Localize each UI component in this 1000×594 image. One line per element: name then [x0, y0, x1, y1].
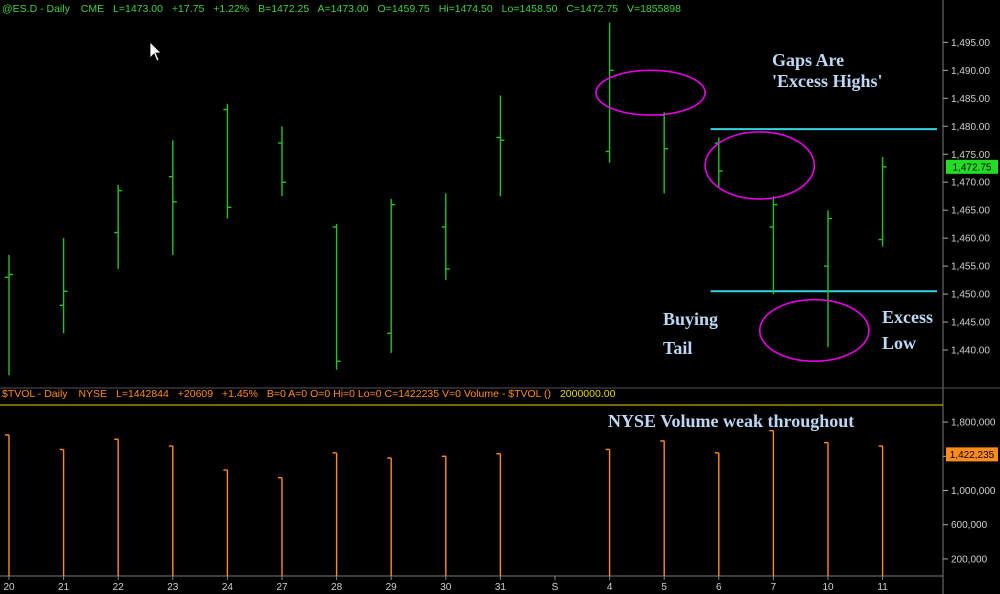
x-tick-label: 24 [222, 582, 234, 593]
price-ask: A=1473.00 [318, 3, 369, 15]
x-tick-label: 7 [771, 582, 777, 593]
x-axis: 20 21 22 23 24 27 28 29 30 31 S 4 5 6 7 10 11 [3, 576, 888, 593]
price-tick-label: 1,440.00 [951, 346, 990, 357]
price-high: Hi=1474.50 [439, 3, 493, 15]
x-tick-label: 20 [3, 582, 15, 593]
price-last-value: 1,472.75 [953, 162, 992, 173]
price-tick-label: 1,475.00 [951, 150, 990, 161]
annotation-gaps-line1: Gaps Are [772, 50, 844, 70]
x-tick-label: 4 [607, 582, 613, 593]
volume-last: L=1442844 [116, 388, 169, 400]
price-volume: V=1855898 [627, 3, 681, 15]
volume-last-value: 1,422,235 [950, 450, 995, 461]
x-tick-label: S [552, 582, 559, 593]
annotation-volume-note: NYSE Volume weak throughout [608, 411, 854, 431]
price-tick-label: 1,485.00 [951, 94, 990, 105]
price-tick-label: 1,445.00 [951, 318, 990, 329]
price-last-label: 1,472.75 [946, 159, 998, 174]
price-tick-label: 1,490.00 [951, 66, 990, 77]
price-tick-label: 1,495.00 [951, 38, 990, 49]
volume-header: $TVOL - Daily NYSE L=1442844 +20609 +1.4… [2, 388, 616, 400]
x-tick-label: 28 [331, 582, 343, 593]
volume-symbol[interactable]: $TVOL - Daily [2, 388, 68, 400]
volume-exchange: NYSE [78, 388, 107, 400]
x-tick-label: 11 [877, 582, 888, 593]
price-header: @ES.D - Daily CME L=1473.00 +17.75 +1.22… [2, 3, 681, 15]
price-exchange: CME [81, 3, 104, 15]
x-tick-label: 22 [113, 582, 125, 593]
volume-tick-label: 600,000 [951, 520, 988, 531]
price-change-pct: +1.22% [213, 3, 249, 15]
price-bid: B=1472.25 [258, 3, 309, 15]
chart-canvas: @ES.D - Daily CME L=1473.00 +17.75 +1.22… [0, 0, 1000, 594]
price-last: L=1473.00 [113, 3, 163, 15]
price-tick-label: 1,480.00 [951, 122, 990, 133]
x-tick-label: 23 [167, 582, 179, 593]
x-tick-label: 5 [661, 582, 667, 593]
price-tick-label: 1,470.00 [951, 178, 990, 189]
price-axis: 1,440.00 1,445.00 1,450.00 1,455.00 1,460.00… [943, 38, 990, 357]
volume-tick-label: 1,800,000 [951, 418, 996, 429]
annotation-excess-line1: Excess [882, 307, 933, 327]
price-tick-label: 1,455.00 [951, 262, 990, 273]
price-change: +17.75 [172, 3, 205, 15]
volume-change: +20609 [178, 388, 213, 400]
volume-axis: 200,000600,0001,000,0001,400,0001,800,00… [943, 418, 996, 565]
volume-change-pct: +1.45% [222, 388, 258, 400]
x-tick-label: 6 [716, 582, 722, 593]
annotation-gaps-line2: 'Excess Highs' [772, 71, 883, 91]
x-tick-label: 29 [386, 582, 398, 593]
price-tick-label: 1,465.00 [951, 206, 990, 217]
annotation-buying-line1: Buying [663, 309, 718, 329]
x-tick-label: 31 [495, 582, 507, 593]
x-tick-label: 27 [276, 582, 288, 593]
price-open: O=1459.75 [378, 3, 430, 15]
x-tick-label: 21 [58, 582, 70, 593]
price-tick-label: 1,450.00 [951, 290, 990, 301]
volume-last-label: 1,422,235 [946, 447, 998, 462]
x-tick-label: 30 [440, 582, 452, 593]
annotation-buying-line2: Tail [663, 338, 692, 358]
volume-tick-label: 200,000 [951, 554, 988, 565]
annotation-excess-line2: Low [882, 333, 916, 353]
volume-level-value: 2000000.00 [560, 388, 616, 400]
x-tick-label: 10 [822, 582, 834, 593]
volume-tick-label: 1,000,000 [951, 486, 996, 497]
volume-fields: B=0 A=0 O=0 Hi=0 Lo=0 C=1422235 V=0 Volu… [267, 388, 551, 400]
price-close: C=1472.75 [566, 3, 618, 15]
price-symbol[interactable]: @ES.D - Daily [2, 3, 71, 15]
price-tick-label: 1,460.00 [951, 234, 990, 245]
price-low: Lo=1458.50 [502, 3, 558, 15]
